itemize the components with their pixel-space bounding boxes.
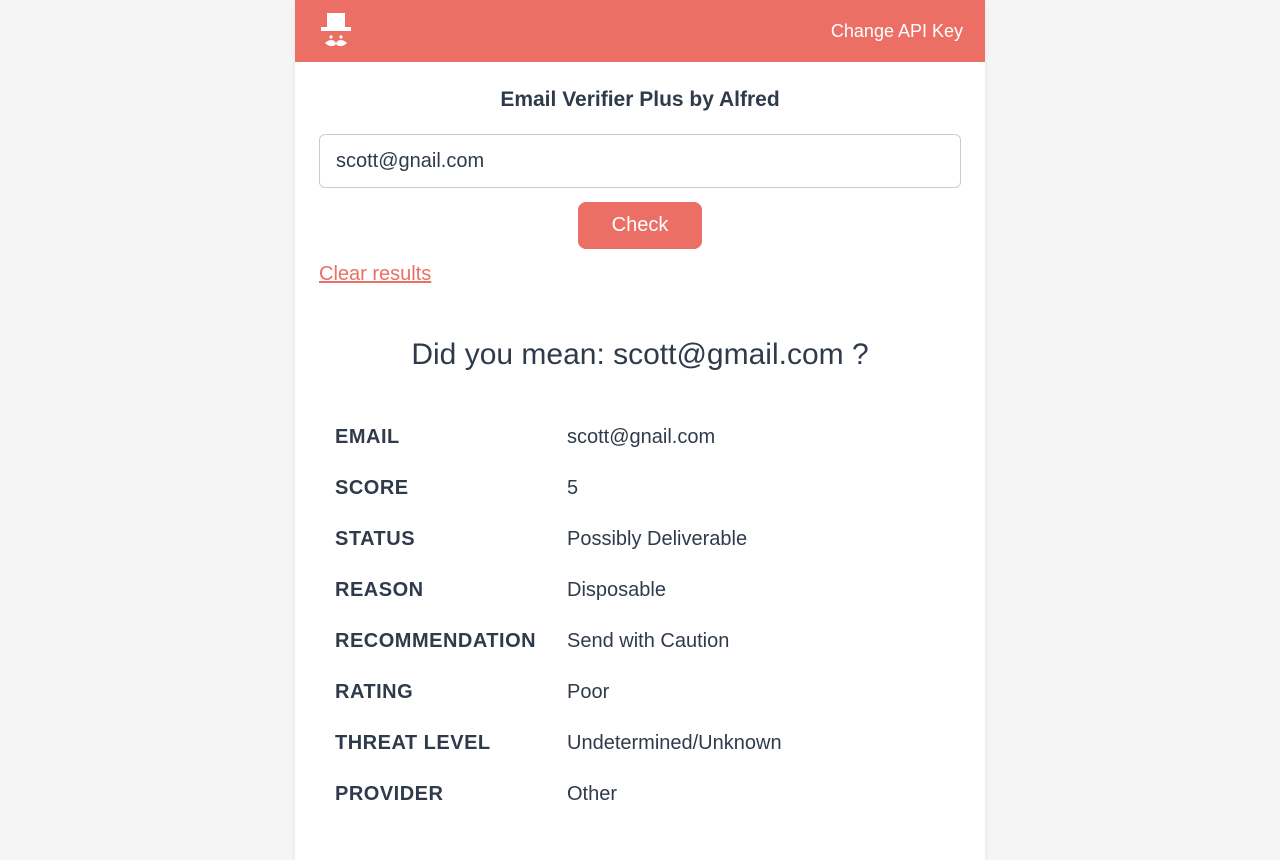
page-title: Email Verifier Plus by Alfred [319, 88, 961, 112]
row-label-reason: REASON [335, 579, 567, 602]
brand-logo [317, 11, 355, 51]
check-button[interactable]: Check [578, 202, 703, 249]
table-row: SCORE 5 [335, 463, 945, 514]
result-table: EMAIL scott@gnail.com SCORE 5 STATUS Pos… [319, 412, 961, 820]
table-row: EMAIL scott@gnail.com [335, 412, 945, 463]
table-row: STATUS Possibly Deliverable [335, 514, 945, 565]
table-row: THREAT LEVEL Undetermined/Unknown [335, 718, 945, 769]
table-row: RATING Poor [335, 667, 945, 718]
email-input[interactable] [319, 134, 961, 188]
clear-results-link[interactable]: Clear results [319, 263, 431, 286]
row-value-reason: Disposable [567, 579, 666, 602]
row-value-status: Possibly Deliverable [567, 528, 747, 551]
app-panel: Change API Key Email Verifier Plus by Al… [295, 0, 985, 860]
row-label-email: EMAIL [335, 426, 567, 449]
topbar: Change API Key [295, 0, 985, 62]
change-api-key-link[interactable]: Change API Key [831, 21, 963, 42]
row-label-score: SCORE [335, 477, 567, 500]
alfred-logo-icon [317, 11, 355, 51]
row-value-email: scott@gnail.com [567, 426, 715, 449]
content-area: Email Verifier Plus by Alfred Check Clea… [295, 62, 985, 860]
table-row: RECOMMENDATION Send with Caution [335, 616, 945, 667]
row-value-score: 5 [567, 477, 578, 500]
row-value-threat-level: Undetermined/Unknown [567, 732, 782, 755]
did-you-mean: Did you mean: scott@gmail.com ? [319, 338, 961, 372]
row-label-provider: PROVIDER [335, 783, 567, 806]
row-label-threat-level: THREAT LEVEL [335, 732, 567, 755]
row-value-provider: Other [567, 783, 617, 806]
row-value-recommendation: Send with Caution [567, 630, 729, 653]
row-label-status: STATUS [335, 528, 567, 551]
row-value-rating: Poor [567, 681, 609, 704]
row-label-rating: RATING [335, 681, 567, 704]
row-label-recommendation: RECOMMENDATION [335, 630, 567, 653]
table-row: REASON Disposable [335, 565, 945, 616]
table-row: PROVIDER Other [335, 769, 945, 820]
